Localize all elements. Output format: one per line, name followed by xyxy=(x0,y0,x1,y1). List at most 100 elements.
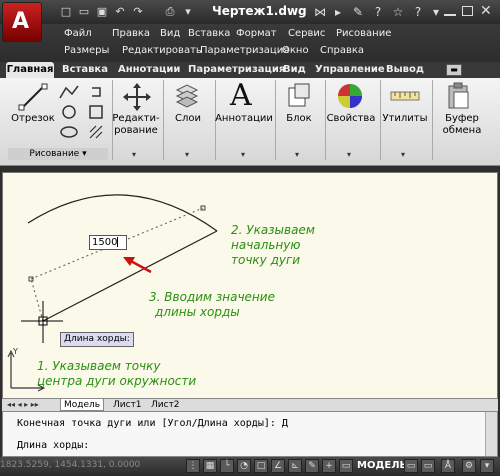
status-bar: 1823.5259, 1454.1331, 0.0000 ⋮ ▦ └ ◔ □ ∠… xyxy=(0,457,500,476)
dynamic-input-field[interactable]: 1500 xyxy=(89,235,127,250)
snap-mode-icon[interactable]: ⋮ xyxy=(186,459,200,473)
ducs-icon[interactable]: ⊾ xyxy=(288,459,302,473)
command-history: Конечная точка дуги или [Угол/Длина хорд… xyxy=(17,418,288,429)
rectangle-icon[interactable] xyxy=(88,104,104,120)
menu-tools[interactable]: Сервис xyxy=(288,28,325,39)
menu-draw[interactable]: Рисование xyxy=(336,28,391,39)
ribbon: Отрезок Рисование ▾ Редакти- рование ▾ С… xyxy=(0,78,500,166)
polar-tracking-icon[interactable]: ◔ xyxy=(237,459,251,473)
quick-view-layouts-icon[interactable]: ▭ xyxy=(404,459,418,473)
circle-icon[interactable] xyxy=(58,104,80,120)
menu-edit[interactable]: Правка xyxy=(112,28,150,39)
close-icon[interactable]: ✕ xyxy=(480,3,492,19)
utilities-label[interactable]: Утилиты xyxy=(382,113,428,125)
tab-parametric[interactable]: Параметризация xyxy=(188,62,285,78)
help-icon[interactable]: ? xyxy=(370,4,386,20)
layout-nav-icons[interactable]: ◂◂ ◂ ▸ ▸▸ xyxy=(4,399,42,411)
model-space-button[interactable]: МОДЕЛЬ xyxy=(357,460,407,471)
layers-dropdown-icon[interactable]: ▾ xyxy=(185,150,189,159)
menu-view[interactable]: Вид xyxy=(160,28,180,39)
layers-icon[interactable] xyxy=(174,82,200,110)
quick-access-dropdown-icon[interactable]: ▾ xyxy=(180,4,196,20)
measure-icon[interactable] xyxy=(390,86,420,106)
undo-icon[interactable]: ↶ xyxy=(112,4,128,20)
modify-label-1[interactable]: Редакти- xyxy=(112,113,160,125)
binoculars-icon[interactable]: ⋈ xyxy=(312,4,328,20)
application-menu-button[interactable]: A xyxy=(2,2,42,42)
drawing-canvas[interactable]: Y X 1500 Длина хорды: 2. Указываем начал… xyxy=(2,172,498,400)
polyline-icon[interactable] xyxy=(58,84,80,100)
open-file-icon[interactable]: ▭ xyxy=(76,4,92,20)
line-tool-icon[interactable] xyxy=(18,82,48,112)
play-icon[interactable]: ▸ xyxy=(330,4,346,20)
annotation-scale-icon[interactable]: Å xyxy=(441,459,455,473)
modify-dropdown-icon[interactable]: ▾ xyxy=(132,150,136,159)
save-file-icon[interactable]: ▣ xyxy=(94,4,110,20)
properties-label[interactable]: Свойства xyxy=(326,113,376,125)
menu-insert[interactable]: Вставка xyxy=(188,28,230,39)
modify-label-2[interactable]: рование xyxy=(112,125,160,137)
line-tool-label[interactable]: Отрезок xyxy=(8,113,58,125)
annotation-step-1-line2: центра дуги окружности xyxy=(37,374,197,388)
annotations-dropdown-icon[interactable]: ▾ xyxy=(241,150,245,159)
tab-view[interactable]: Вид xyxy=(283,62,306,78)
block-dropdown-icon[interactable]: ▾ xyxy=(295,150,299,159)
tab-manage[interactable]: Управление xyxy=(315,62,385,78)
new-file-icon[interactable]: □ xyxy=(58,4,74,20)
maximize-icon[interactable] xyxy=(462,6,473,16)
status-menu-icon[interactable]: ▾ xyxy=(480,459,494,473)
search-dropdown-icon[interactable]: ▾ xyxy=(428,4,444,20)
dynamic-input-icon[interactable]: ✎ xyxy=(305,459,319,473)
tab-layout2[interactable]: Лист2 xyxy=(148,399,183,411)
menu-help[interactable]: Справка xyxy=(320,45,364,56)
block-label[interactable]: Блок xyxy=(278,113,320,125)
wrench-icon[interactable]: ✎ xyxy=(350,4,366,20)
rotate-icon[interactable] xyxy=(88,84,104,100)
layers-label[interactable]: Слои xyxy=(165,113,211,125)
tab-model[interactable]: Модель xyxy=(60,399,105,411)
clipboard-label-2[interactable]: обмена xyxy=(434,125,490,137)
star-icon[interactable]: ☆ xyxy=(390,4,406,20)
object-snap-icon[interactable]: □ xyxy=(254,459,268,473)
draw-panel-title[interactable]: Рисование ▾ xyxy=(8,148,108,160)
lineweight-icon[interactable]: + xyxy=(322,459,336,473)
command-line[interactable]: Конечная точка дуги или [Угол/Длина хорд… xyxy=(2,411,498,457)
command-scrollbar[interactable] xyxy=(485,412,497,456)
utilities-dropdown-icon[interactable]: ▾ xyxy=(401,150,405,159)
menu-parametric[interactable]: Параметризация xyxy=(200,45,289,56)
move-icon[interactable] xyxy=(122,82,152,112)
grid-mode-icon[interactable]: ▦ xyxy=(203,459,217,473)
info-icon[interactable]: ? xyxy=(410,4,426,20)
arc-segment xyxy=(27,194,218,232)
print-icon[interactable]: ⎙ xyxy=(162,4,178,20)
menu-file[interactable]: Файл xyxy=(64,28,92,39)
tab-annotate[interactable]: Аннотации xyxy=(118,62,180,78)
redo-icon[interactable]: ↷ xyxy=(130,4,146,20)
workspace-icon[interactable]: ⚙ xyxy=(462,459,476,473)
quick-view-drawings-icon[interactable]: ▭ xyxy=(421,459,435,473)
annotation-step-3: 3. Вводим значение длины хорды xyxy=(149,290,275,320)
object-snap-tracking-icon[interactable]: ∠ xyxy=(271,459,285,473)
block-icon[interactable] xyxy=(286,82,312,110)
menu-format[interactable]: Формат xyxy=(236,28,277,39)
properties-icon[interactable] xyxy=(336,82,364,110)
tab-insert[interactable]: Вставка xyxy=(62,62,108,78)
clipboard-icon[interactable] xyxy=(446,82,472,110)
tab-layout1[interactable]: Лист1 xyxy=(110,399,145,411)
clipboard-label-1[interactable]: Буфер xyxy=(434,113,490,125)
hatch-icon[interactable] xyxy=(88,124,104,140)
text-annotation-icon[interactable]: A xyxy=(230,78,252,113)
ribbon-minimize-icon[interactable]: ▬ xyxy=(446,64,462,76)
annotation-step-2-line2: начальную xyxy=(231,238,301,252)
arc-icon[interactable] xyxy=(58,124,80,140)
menu-dimension[interactable]: Размеры xyxy=(64,45,109,56)
annotations-label[interactable]: Аннотации xyxy=(215,113,273,125)
menu-modify[interactable]: Редактировать xyxy=(122,45,202,56)
minimize-icon[interactable] xyxy=(444,6,456,16)
tab-home[interactable]: Главная xyxy=(6,62,54,78)
ortho-mode-icon[interactable]: └ xyxy=(220,459,234,473)
properties-dropdown-icon[interactable]: ▾ xyxy=(347,150,351,159)
menu-window[interactable]: Окно xyxy=(282,45,309,56)
tab-output[interactable]: Вывод xyxy=(386,62,424,78)
quick-properties-icon[interactable]: ▭ xyxy=(339,459,353,473)
